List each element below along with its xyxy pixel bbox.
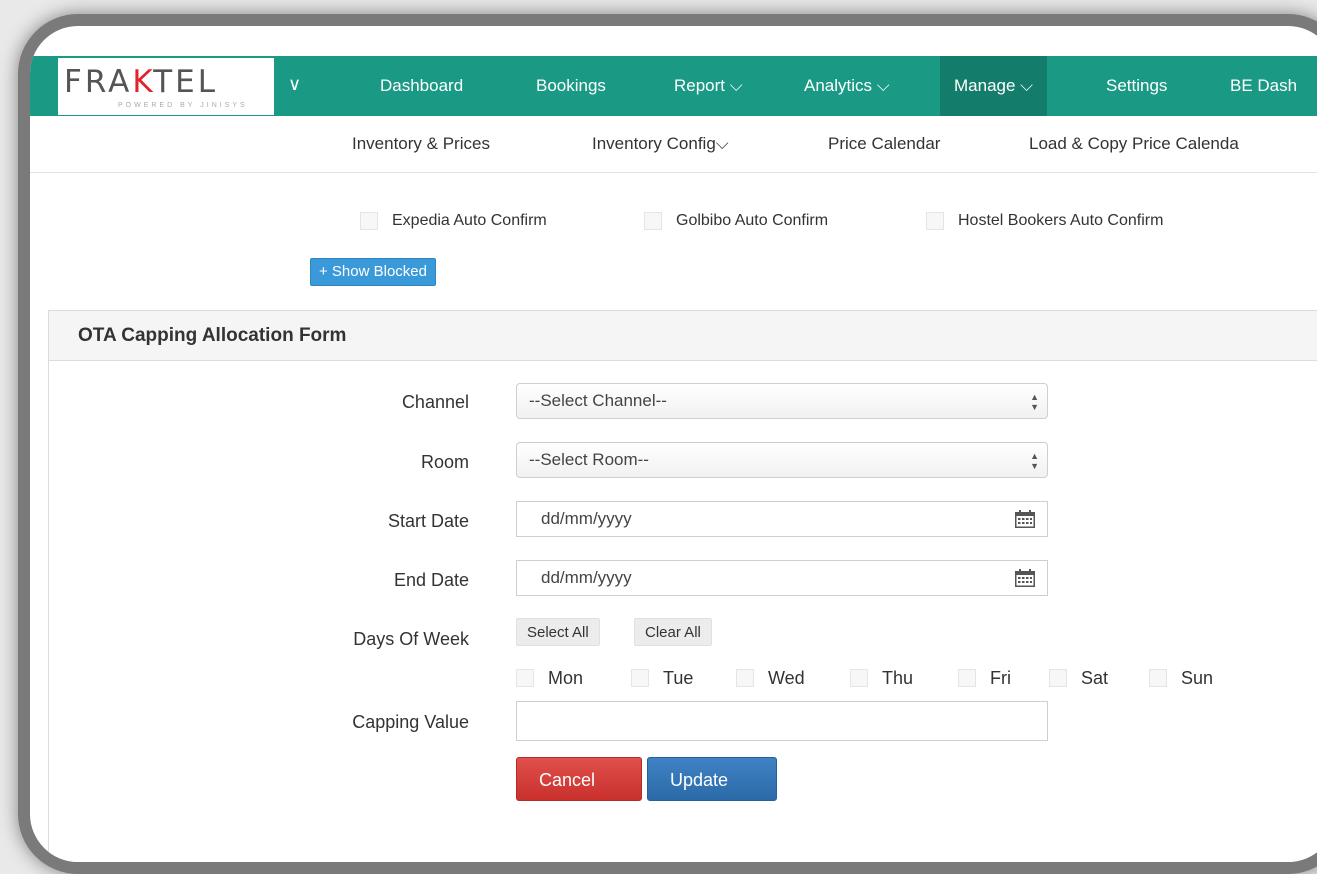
nav-dashboard[interactable]: Dashboard [366,56,477,116]
subnav-load-copy-price-calendar[interactable]: Load & Copy Price Calenda [1029,116,1239,172]
day-mon-checkbox[interactable] [516,669,534,688]
nav-settings[interactable]: Settings [1092,56,1181,116]
subnav-price-calendar[interactable]: Price Calendar [828,116,940,172]
day-tue[interactable]: Tue [631,667,693,689]
day-sat[interactable]: Sat [1049,667,1108,689]
select-arrows-icon: ▲ ▼ [1030,392,1039,412]
start-date-label: Start Date [387,511,469,531]
golbibo-auto-confirm-checkbox[interactable] [644,212,662,230]
golbibo-auto-confirm[interactable]: Golbibo Auto Confirm [644,212,828,230]
day-wed-checkbox[interactable] [736,669,754,688]
sub-nav: Inventory & Prices Inventory Config⌵ Pri… [30,116,1317,173]
day-fri[interactable]: Fri [958,667,1011,689]
day-thu[interactable]: Thu [850,667,913,689]
select-all-button[interactable]: Select All [516,618,600,646]
day-wed[interactable]: Wed [736,667,805,689]
end-date-input[interactable]: dd/mm/yyyy [516,560,1048,596]
chevron-down-icon[interactable]: ∨ [288,74,301,95]
capping-value-label: Capping Value [352,712,469,732]
days-buttons: Select All Clear All [516,618,776,646]
room-label: Room [420,452,469,472]
page: FRAKTEL POWERED BY JINISYS ∨ Dashboard B… [30,26,1317,862]
hostel-bookers-auto-confirm[interactable]: Hostel Bookers Auto Confirm [926,212,1163,230]
end-date-label: End Date [393,570,469,590]
logo[interactable]: FRAKTEL POWERED BY JINISYS [58,58,274,115]
logo-tagline: POWERED BY JINISYS [118,102,248,109]
day-tue-checkbox[interactable] [631,669,649,688]
top-nav: FRAKTEL POWERED BY JINISYS ∨ Dashboard B… [30,56,1317,116]
select-arrows-icon: ▲ ▼ [1030,451,1039,471]
channel-label: Channel [401,392,469,412]
room-select[interactable]: --Select Room-- ▲ ▼ [516,442,1048,478]
channel-select[interactable]: --Select Channel-- ▲ ▼ [516,383,1048,419]
nav-report[interactable]: Report ⌵ [660,56,757,116]
update-button[interactable]: Update [647,757,777,801]
nav-analytics[interactable]: Analytics ⌵ [790,56,904,116]
day-sun-checkbox[interactable] [1149,669,1167,688]
days-of-week-label: Days Of Week [353,629,469,649]
panel-title: OTA Capping Allocation Form [49,311,1317,361]
nav-bookings[interactable]: Bookings [522,56,620,116]
nav-manage[interactable]: Manage ⌵ [940,56,1048,116]
logo-text: FRAKTEL [64,64,219,100]
show-blocked-button[interactable]: + Show Blocked [310,258,436,286]
calendar-icon[interactable] [1015,510,1035,528]
calendar-icon[interactable] [1015,569,1035,587]
hostel-bookers-auto-confirm-checkbox[interactable] [926,212,944,230]
browser-frame: FRAKTEL POWERED BY JINISYS ∨ Dashboard B… [18,14,1317,874]
day-thu-checkbox[interactable] [850,669,868,688]
day-mon[interactable]: Mon [516,667,583,689]
start-date-input[interactable]: dd/mm/yyyy [516,501,1048,537]
capping-value-input[interactable] [516,701,1048,741]
day-sat-checkbox[interactable] [1049,669,1067,688]
expedia-auto-confirm-checkbox[interactable] [360,212,378,230]
clear-all-button[interactable]: Clear All [634,618,712,646]
day-fri-checkbox[interactable] [958,669,976,688]
cancel-button[interactable]: Cancel [516,757,642,801]
ota-capping-panel: OTA Capping Allocation Form Channel --Se… [48,310,1317,862]
subnav-inventory-config[interactable]: Inventory Config⌵ [592,116,729,172]
expedia-auto-confirm[interactable]: Expedia Auto Confirm [360,212,547,230]
nav-be-dashboard[interactable]: BE Dash [1216,56,1311,116]
subnav-inventory-prices[interactable]: Inventory & Prices [352,116,490,172]
day-sun[interactable]: Sun [1149,667,1213,689]
